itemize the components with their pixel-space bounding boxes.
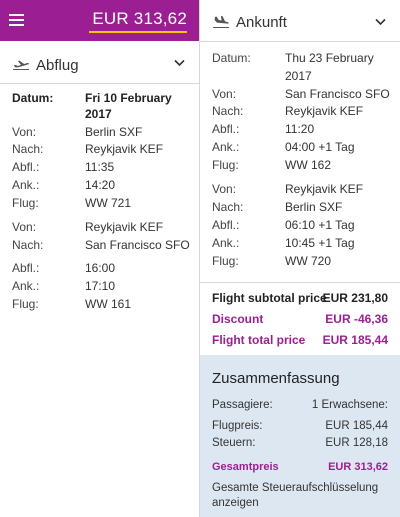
- leg-departure: 06:10 +1 Tag: [285, 218, 355, 232]
- flight-label: Flug:: [12, 196, 39, 210]
- subtotal-label: Flight subtotal price: [212, 291, 327, 305]
- discount-row: Discount EUR -46,36: [212, 312, 388, 328]
- subtotal-row: Flight subtotal price EUR 231,80: [212, 291, 388, 307]
- departure-label: Abfl.:: [12, 261, 40, 275]
- to-label: Nach:: [12, 142, 44, 156]
- arrival-label: Ank.:: [212, 140, 240, 154]
- plane-takeoff-icon: [13, 60, 29, 70]
- arrival-label: Ank.:: [212, 236, 240, 250]
- leg-to: Reykjavik KEF: [285, 104, 364, 118]
- leg-to: Reykjavik KEF: [85, 142, 164, 156]
- flight-total-label: Flight total price: [212, 333, 306, 347]
- from-label: Von:: [212, 87, 237, 101]
- leg-from: Berlin SXF: [85, 125, 143, 139]
- leg-to: Berlin SXF: [285, 200, 343, 214]
- date-label: Datum:: [212, 51, 251, 65]
- leg-departure: 11:20: [285, 122, 315, 136]
- outbound-date: Fri 10 February: [85, 91, 172, 105]
- flight-label: Flug:: [212, 158, 239, 172]
- outbound-date-year: 2017: [85, 107, 112, 121]
- divider: [200, 282, 400, 283]
- leg-departure: 11:35: [85, 160, 115, 174]
- flight-label: Flug:: [212, 254, 239, 268]
- arrival-label: Ank.:: [12, 279, 40, 293]
- from-label: Von:: [212, 182, 237, 196]
- outbound-panel: EUR 313,62 Abflug Datum: Fri 10 February…: [0, 0, 199, 517]
- departure-label: Abfl.:: [212, 122, 240, 136]
- flight-label: Flug:: [12, 297, 39, 311]
- leg-flight: WW 162: [285, 158, 332, 172]
- summary-title: Zusammenfassung: [212, 370, 340, 387]
- outbound-section-header[interactable]: Abflug: [12, 53, 79, 77]
- inbound-section-header[interactable]: Ankunft: [212, 10, 287, 34]
- date-label: Datum:: [12, 91, 54, 105]
- plane-landing-icon: [213, 15, 229, 28]
- price-header-bar: EUR 313,62: [0, 0, 199, 41]
- inbound-date: Thu 23 February: [285, 51, 374, 65]
- chevron-down-icon[interactable]: [375, 18, 386, 26]
- leg-arrival: 10:45 +1 Tag: [285, 236, 355, 250]
- leg-from: Reykjavik KEF: [85, 220, 164, 234]
- inbound-title: Ankunft: [236, 13, 287, 31]
- leg-departure: 16:00: [85, 261, 116, 275]
- leg-from: Reykjavik KEF: [285, 182, 364, 196]
- from-label: Von:: [12, 220, 37, 234]
- leg-arrival: 04:00 +1 Tag: [285, 140, 355, 154]
- arrival-label: Ank.:: [12, 178, 40, 192]
- leg-arrival: 14:20: [85, 178, 116, 192]
- inbound-details: Datum: Thu 23 February 2017 Von: San Fra…: [212, 51, 398, 281]
- flight-total-value: EUR 185,44: [322, 333, 388, 347]
- departure-label: Abfl.:: [12, 160, 40, 174]
- price-underline: [89, 31, 187, 33]
- outbound-details: Datum: Fri 10 February 2017 Von: Berlin …: [12, 91, 192, 321]
- outbound-title: Abflug: [36, 56, 79, 74]
- to-label: Nach:: [212, 104, 244, 118]
- header-total-price[interactable]: EUR 313,62: [92, 9, 187, 29]
- leg-flight: WW 721: [85, 196, 132, 210]
- discount-label: Discount: [212, 312, 264, 326]
- departure-label: Abfl.:: [212, 218, 240, 232]
- to-label: Nach:: [12, 238, 44, 252]
- leg-to: San Francisco SFO: [85, 238, 190, 252]
- leg-arrival: 17:10: [85, 279, 116, 293]
- discount-value: EUR -46,36: [325, 312, 388, 326]
- leg-from: San Francisco SFO: [285, 87, 390, 101]
- inbound-date-year: 2017: [285, 69, 312, 83]
- to-label: Nach:: [212, 200, 244, 214]
- chevron-down-icon[interactable]: [174, 59, 185, 67]
- leg-flight: WW 720: [285, 254, 332, 268]
- tax-breakdown-link[interactable]: Gesamte Steueraufschlüsselung anzeigen: [212, 481, 392, 511]
- leg-flight: WW 161: [85, 297, 132, 311]
- divider: [200, 41, 400, 42]
- subtotal-value: EUR 231,80: [322, 291, 388, 305]
- menu-icon[interactable]: [9, 14, 24, 26]
- from-label: Von:: [12, 125, 37, 139]
- divider: [0, 83, 199, 84]
- flight-total-row: Flight total price EUR 185,44: [212, 333, 388, 349]
